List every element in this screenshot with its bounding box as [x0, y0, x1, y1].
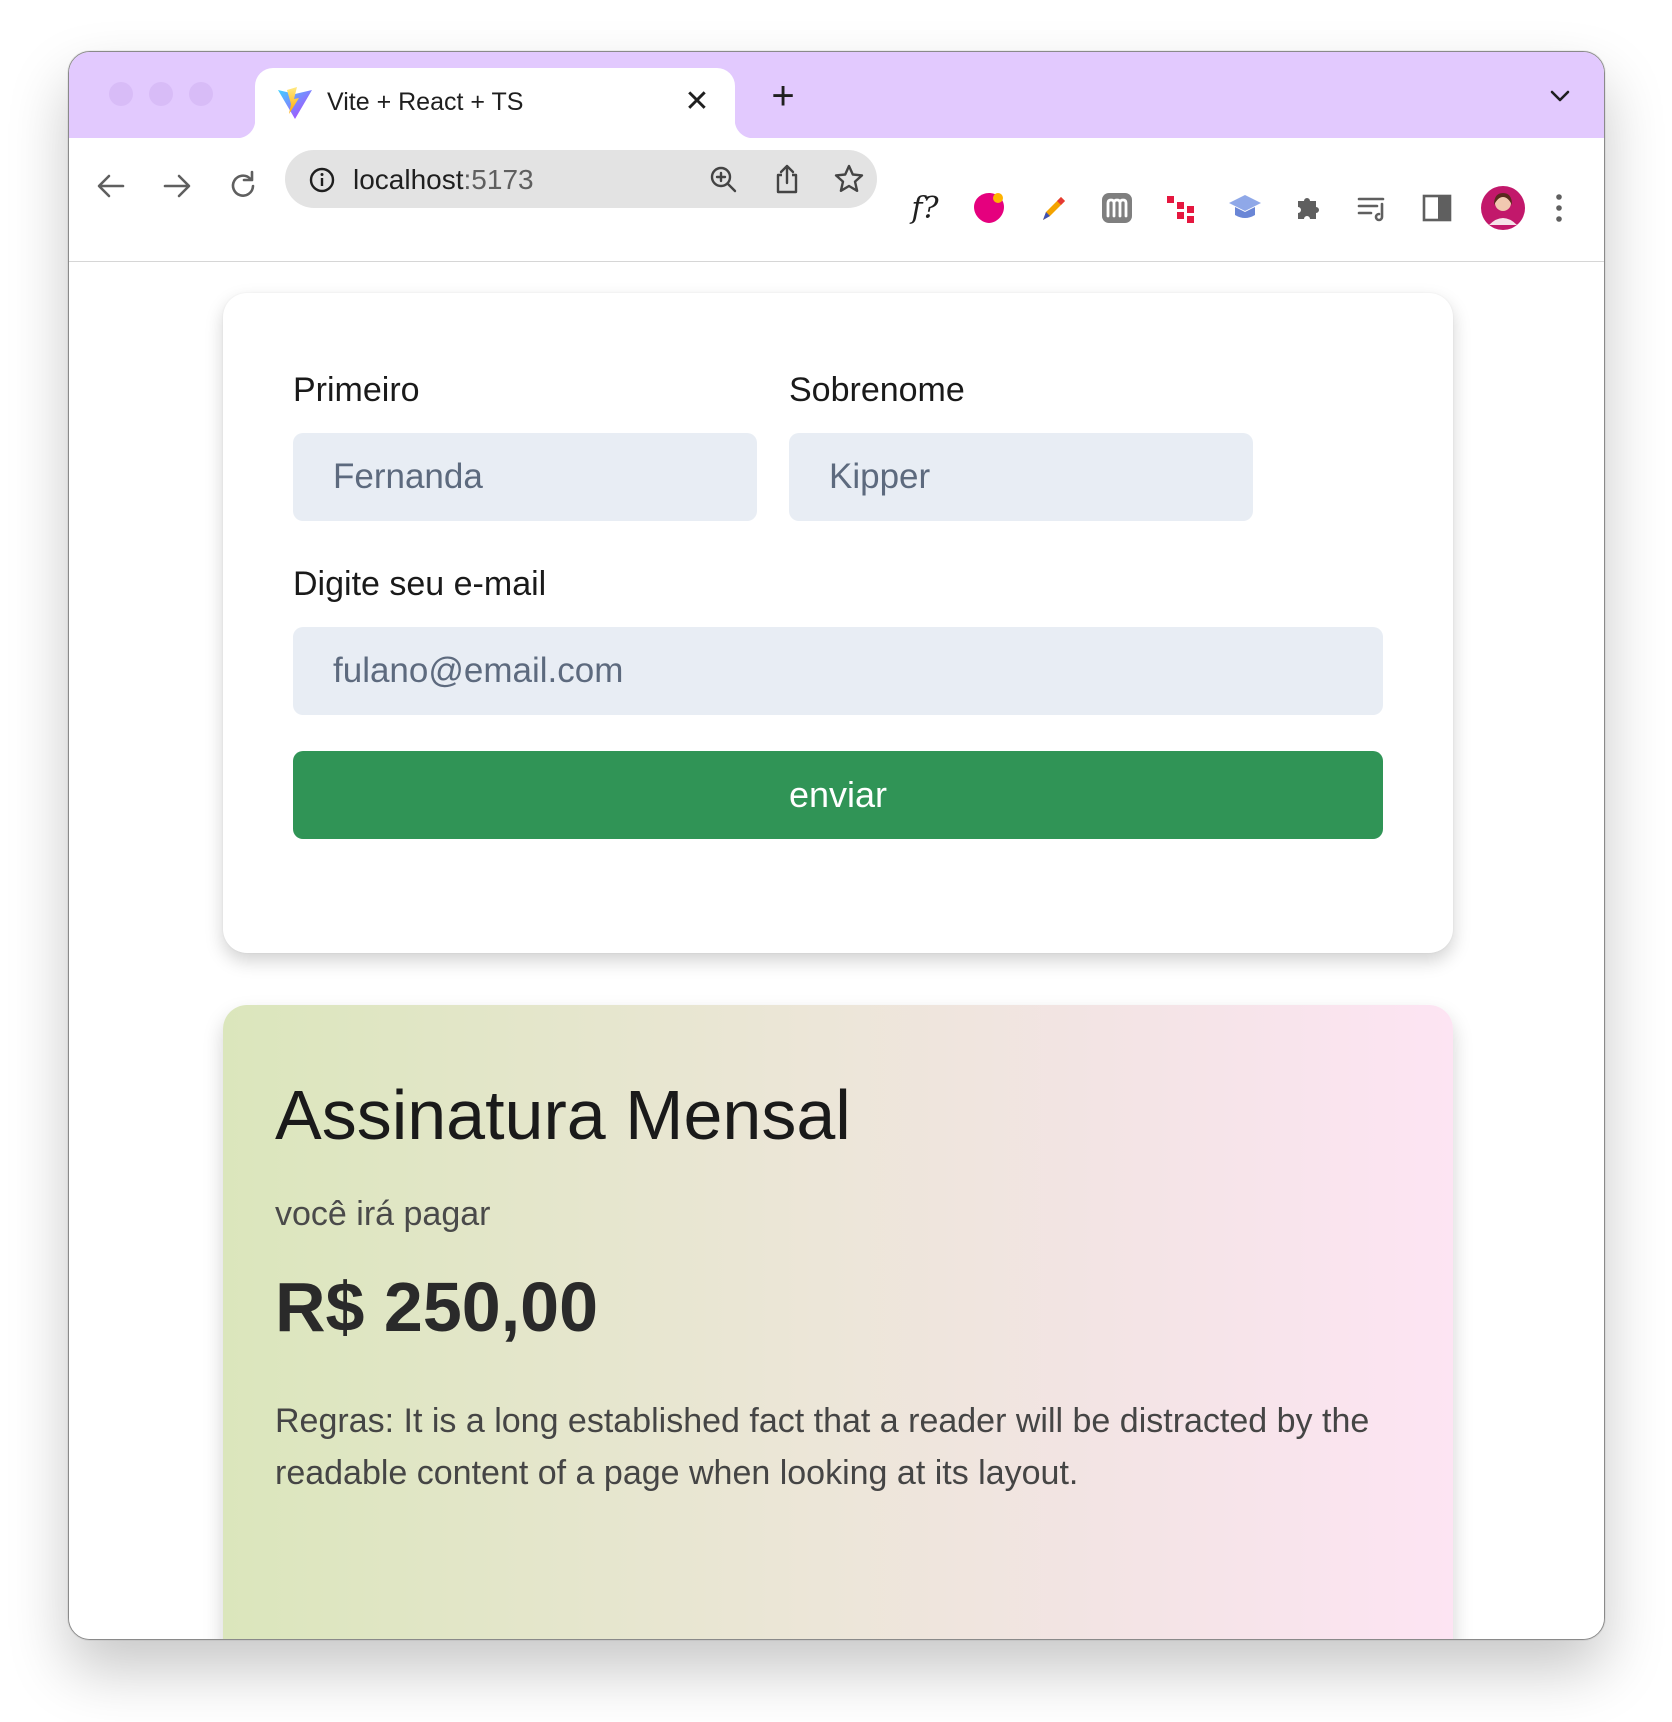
address-port: :5173 — [463, 164, 534, 195]
profile-avatar[interactable] — [1479, 184, 1527, 232]
site-info-icon[interactable] — [307, 165, 337, 195]
first-name-label: Primeiro — [293, 371, 420, 409]
email-input[interactable]: fulano@email.com — [293, 627, 1383, 715]
tab-strip: Vite + React + TS ✕ + — [69, 52, 1604, 138]
extension-graduation-icon[interactable] — [1225, 188, 1265, 228]
minimize-window-button[interactable] — [149, 82, 173, 106]
livelo-icon — [974, 193, 1004, 223]
address-host: localhost — [353, 164, 464, 195]
side-panel-icon — [1422, 194, 1452, 222]
forward-button[interactable] — [155, 164, 199, 208]
last-name-input[interactable]: Kipper — [789, 433, 1253, 521]
address-bar[interactable]: localhost:5173 — [285, 150, 877, 208]
reload-icon — [231, 170, 255, 197]
plan-price: R$ 250,00 — [275, 1268, 599, 1346]
forward-arrow-icon — [163, 174, 191, 198]
submit-button[interactable]: enviar — [293, 751, 1383, 839]
address-text[interactable]: localhost:5173 — [353, 164, 534, 196]
share-icon — [776, 164, 798, 194]
tab-title: Vite + React + TS — [327, 88, 524, 116]
plan-title: Assinatura Mensal — [275, 1076, 851, 1154]
window-controls — [109, 82, 213, 106]
avatar — [1481, 186, 1525, 230]
browser-window: Vite + React + TS ✕ + localhost:5173 f? … — [68, 51, 1605, 1640]
email-label: Digite seu e-mail — [293, 565, 547, 603]
plan-rules: Regras: It is a long established fact th… — [275, 1402, 1370, 1492]
subscription-card: Assinatura Mensal você irá pagar R$ 250,… — [223, 1005, 1453, 1639]
extension-m-icon[interactable] — [1097, 188, 1137, 228]
extension-puzzle-icon — [1298, 198, 1319, 219]
close-window-button[interactable] — [109, 82, 133, 106]
plan-subtitle: você irá pagar — [275, 1195, 491, 1233]
graduation-cap-icon — [1229, 195, 1261, 218]
more-menu-button[interactable] — [1547, 188, 1571, 228]
bookmark-button[interactable] — [831, 161, 867, 197]
chevron-down-icon[interactable] — [1542, 78, 1578, 114]
page-content: Primeiro Sobrenome Fernanda Kipper Digit… — [69, 263, 1604, 1639]
more-menu-icon — [1556, 194, 1562, 222]
extension-livelo-icon[interactable] — [969, 188, 1009, 228]
tab-active[interactable]: Vite + React + TS ✕ — [237, 68, 753, 138]
zoom-button[interactable] — [705, 161, 741, 197]
reading-list-button[interactable] — [1353, 188, 1393, 228]
red-blocks-icon — [1167, 196, 1194, 223]
reading-list-icon — [1357, 197, 1385, 222]
back-arrow-icon — [97, 174, 125, 198]
bookmark-star-icon — [834, 164, 864, 192]
maximize-window-button[interactable] — [189, 82, 213, 106]
extension-dots-icon[interactable] — [1161, 188, 1201, 228]
m-logo-icon — [1102, 193, 1132, 223]
extension-font-label: f? — [911, 190, 939, 226]
share-button[interactable] — [769, 161, 805, 197]
extension-pencil-icon[interactable] — [1033, 188, 1073, 228]
last-name-label: Sobrenome — [789, 371, 965, 409]
back-button[interactable] — [89, 164, 133, 208]
close-tab-icon[interactable]: ✕ — [677, 82, 717, 122]
signup-form-card: Primeiro Sobrenome Fernanda Kipper Digit… — [223, 293, 1453, 953]
zoom-icon — [710, 166, 737, 193]
new-tab-button[interactable]: + — [761, 74, 805, 118]
extension-font-icon[interactable]: f? — [905, 188, 945, 228]
extensions-button[interactable] — [1289, 188, 1329, 228]
side-panel-button[interactable] — [1417, 188, 1457, 228]
vite-favicon-icon — [278, 87, 312, 119]
browser-toolbar: localhost:5173 f? — [69, 138, 1604, 262]
first-name-input[interactable]: Fernanda — [293, 433, 757, 521]
reload-button[interactable] — [221, 164, 265, 208]
colorful-pencil-icon — [1043, 197, 1065, 220]
